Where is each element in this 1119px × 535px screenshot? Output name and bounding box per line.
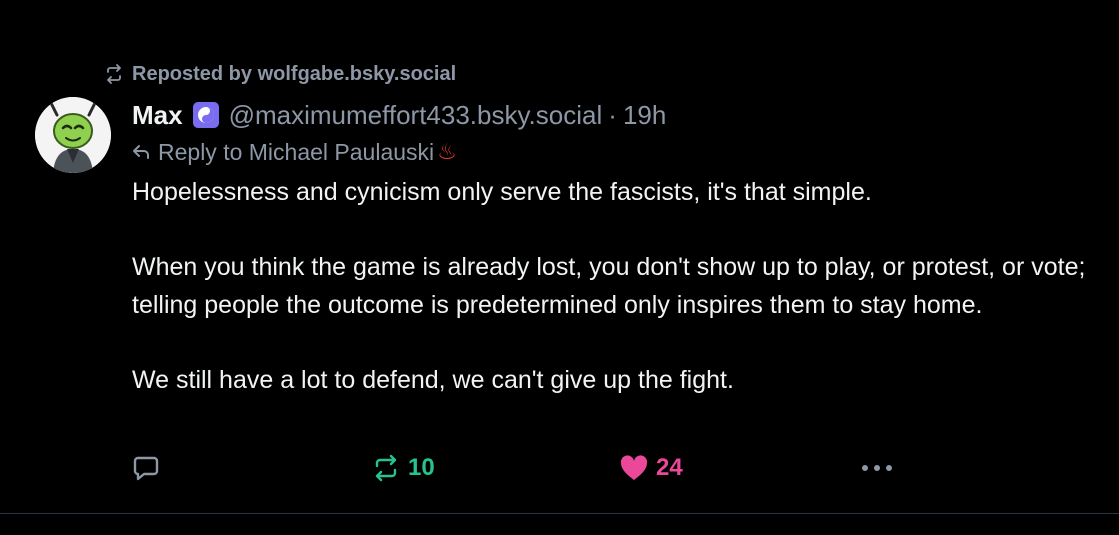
post-paragraph: Hopelessness and cynicism only serve the… (132, 178, 872, 206)
post-text: Hopelessness and cynicism only serve the… (132, 174, 1092, 399)
feed-divider (0, 513, 1119, 514)
more-options-button[interactable] (860, 448, 894, 488)
header-separator: · (608, 99, 617, 130)
post-header: Max @maximumeffort433.bsky.social · 19h (132, 96, 1092, 134)
avatar[interactable] (35, 97, 111, 173)
post-timestamp[interactable]: 19h (623, 100, 666, 131)
repost-icon (107, 64, 121, 84)
ellipsis-icon (862, 465, 892, 471)
reply-button[interactable] (132, 448, 160, 488)
yin-yang-badge-icon (192, 102, 219, 128)
reply-arrow-icon (133, 145, 149, 159)
comment-icon (133, 456, 159, 481)
reply-to-line[interactable]: Reply to Michael Paulauski ♨ (132, 134, 1092, 170)
repost-button[interactable]: 10 (372, 448, 435, 488)
reposted-by-line[interactable]: Reposted by wolfgabe.bsky.social (104, 60, 456, 88)
heart-icon (620, 455, 648, 480)
author-handle[interactable]: @maximumeffort433.bsky.social (229, 100, 603, 131)
repost-icon (375, 454, 397, 482)
author-display-name[interactable]: Max (132, 100, 183, 131)
post-paragraph: We still have a lot to defend, we can't … (132, 365, 734, 394)
repost-count: 10 (408, 454, 435, 481)
like-count: 24 (656, 454, 683, 481)
reply-to-label: Reply to Michael Paulauski (158, 138, 435, 165)
cartoon-avatar-icon (35, 97, 111, 173)
post-content: Max @maximumeffort433.bsky.social · 19h … (132, 96, 1092, 399)
post-paragraph: When you think the game is already lost,… (132, 253, 1086, 319)
post-actions: 10 24 (132, 448, 932, 488)
reposted-by-label: Reposted by wolfgabe.bsky.social (132, 62, 457, 85)
like-button[interactable]: 24 (620, 448, 683, 488)
hot-springs-emoji: ♨ (437, 139, 457, 164)
post-feed-item[interactable]: Reposted by wolfgabe.bsky.social Max @ma… (0, 0, 1119, 535)
